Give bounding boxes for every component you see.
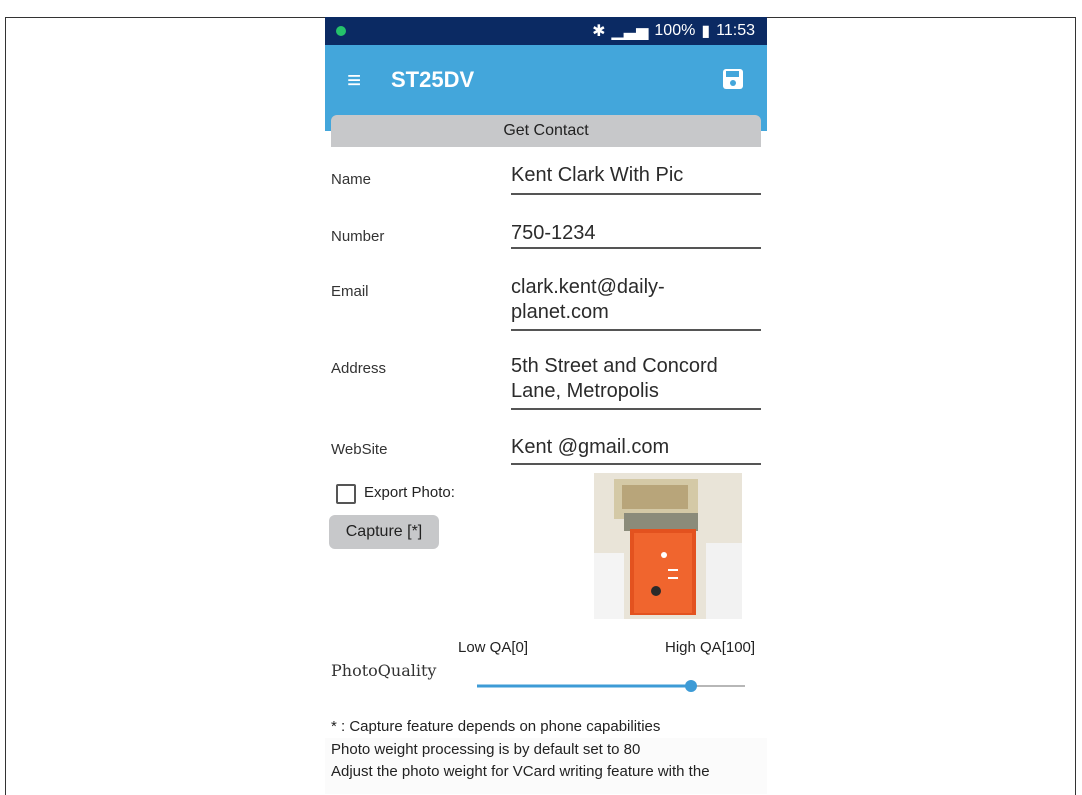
export-photo-checkbox[interactable]: [336, 484, 356, 504]
email-field[interactable]: clark.kent@daily- planet.com: [511, 275, 761, 331]
save-icon[interactable]: [721, 67, 745, 91]
export-photo-label: Export Photo:: [364, 484, 455, 501]
address-value-line1: 5th Street and Concord: [511, 355, 718, 377]
capture-button[interactable]: Capture [*]: [329, 515, 439, 549]
number-field[interactable]: 750-1234: [511, 221, 761, 249]
website-field[interactable]: Kent @gmail.com: [511, 435, 761, 465]
name-value: Kent Clark With Pic: [511, 164, 684, 186]
photo-quality-label: PhotoQuality: [331, 661, 437, 680]
website-label: WebSite: [331, 441, 388, 458]
address-value-line2: Lane, Metropolis: [511, 380, 659, 402]
low-quality-label: Low QA[0]: [458, 639, 529, 656]
notification-dot-icon: [336, 26, 346, 36]
battery-text: 100%: [654, 22, 696, 39]
email-value-line2: planet.com: [511, 301, 609, 323]
name-field[interactable]: Kent Clark With Pic: [511, 163, 761, 195]
time-text: 11:53: [716, 22, 755, 39]
get-contact-button[interactable]: Get Contact: [331, 115, 761, 147]
address-field[interactable]: 5th Street and Concord Lane, Metropolis: [511, 354, 761, 410]
status-right: ✱ ▁▃▅ 100% ▮ 11:53: [592, 21, 755, 41]
name-label: Name: [331, 171, 372, 188]
number-value: 750-1234: [511, 222, 596, 244]
capture-note: * : Capture feature depends on phone cap…: [331, 718, 661, 735]
photo-quality-slider[interactable]: [477, 676, 745, 696]
address-label: Address: [331, 360, 387, 377]
number-label: Number: [331, 228, 385, 245]
bluetooth-icon: ✱: [592, 23, 606, 40]
email-label: Email: [331, 283, 369, 300]
app-title: ST25DV: [391, 67, 475, 92]
high-quality-label: High QA[100]: [665, 639, 756, 656]
slider-thumb: [685, 680, 697, 692]
website-value: Kent @gmail.com: [511, 436, 670, 458]
status-bar: ✱ ▁▃▅ 100% ▮ 11:53: [325, 17, 767, 45]
adjust-note: Adjust the photo weight for VCard writin…: [331, 763, 710, 780]
hamburger-menu-icon[interactable]: ≡: [347, 69, 361, 93]
battery-icon: ▮: [701, 23, 711, 40]
captured-photo: [594, 473, 742, 619]
signal-icon: ▁▃▅: [611, 23, 649, 40]
weight-note: Photo weight processing is by default se…: [331, 741, 641, 758]
email-value-line1: clark.kent@daily-: [511, 276, 665, 298]
phone-screen: ✱ ▁▃▅ 100% ▮ 11:53 ≡ ST25DV Get Contact …: [325, 17, 767, 794]
